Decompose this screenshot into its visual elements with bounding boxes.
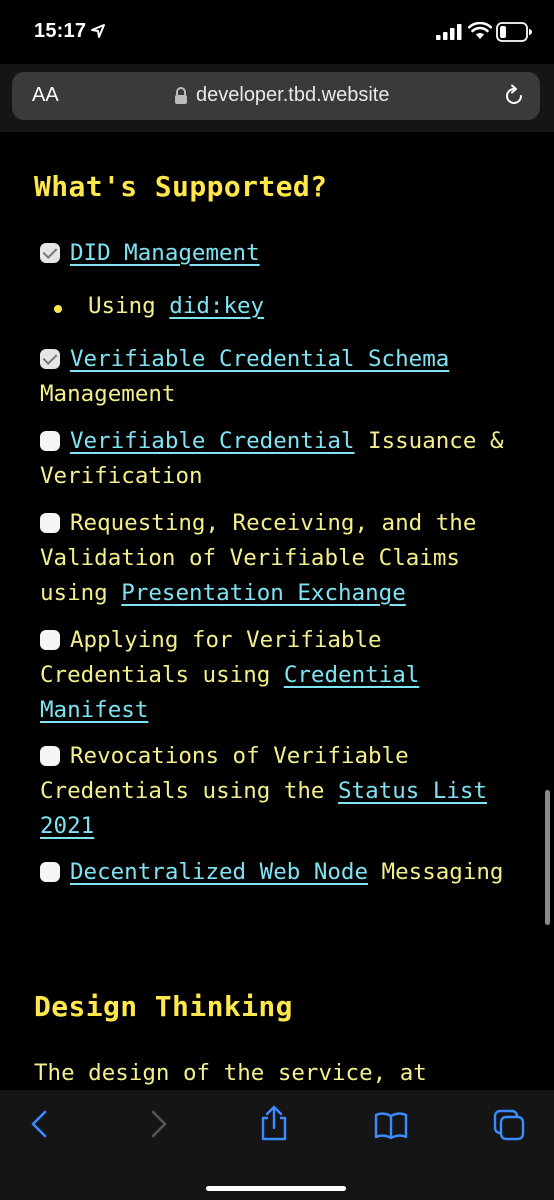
list-item: Applying for Verifiable Credentials usin…: [40, 623, 530, 728]
lock-icon: [175, 87, 187, 104]
checkbox-unchecked[interactable]: [40, 431, 60, 451]
url-domain[interactable]: developer.tbd.website: [196, 84, 389, 107]
link-did-key[interactable]: did:key: [169, 293, 264, 319]
status-bar: 15:17: [0, 0, 554, 64]
link-did-management[interactable]: DID Management: [70, 240, 260, 266]
section-heading-design-thinking: Design Thinking: [34, 990, 293, 1023]
browser-address-area: AA developer.tbd.website: [0, 64, 554, 132]
link-verifiable-credential[interactable]: Verifiable Credential: [70, 428, 354, 454]
list-item: Revocations of Verifiable Credentials us…: [40, 739, 530, 844]
checkbox-unchecked[interactable]: [40, 513, 60, 533]
checkbox-checked[interactable]: [40, 243, 60, 263]
cellular-signal-icon: [436, 24, 462, 40]
scrollbar-thumb[interactable]: [545, 790, 550, 925]
page-content: What's Supported? DID Management Using d…: [0, 132, 554, 1090]
battery-icon: [496, 22, 532, 42]
tabs-icon[interactable]: [492, 1108, 526, 1142]
forward-icon[interactable]: [146, 1108, 170, 1140]
list-item: Verifiable Credential Schema Management: [40, 342, 530, 412]
paragraph-text: The design of the service, at: [34, 1060, 427, 1086]
link-decentralized-web-node[interactable]: Decentralized Web Node: [70, 859, 368, 885]
list-item: Verifiable Credential Issuance & Verific…: [40, 424, 530, 494]
checkbox-unchecked[interactable]: [40, 746, 60, 766]
subitem-text: Using: [88, 293, 170, 319]
reload-icon[interactable]: [502, 84, 526, 108]
list-item: DID Management: [40, 236, 530, 271]
checkbox-checked[interactable]: [40, 349, 60, 369]
section-heading-whats-supported: What's Supported?: [34, 170, 328, 203]
list-item: Decentralized Web Node Messaging: [40, 855, 530, 890]
bookmarks-icon[interactable]: [374, 1110, 408, 1140]
list-item: Requesting, Receiving, and the Validatio…: [40, 506, 530, 611]
item-text: Management: [40, 381, 176, 407]
wifi-icon: [468, 22, 492, 39]
list-subitem: Using did:key: [40, 289, 530, 324]
share-icon[interactable]: [258, 1104, 290, 1142]
clock: 15:17: [34, 20, 87, 42]
reader-text-size-button[interactable]: AA: [32, 84, 59, 107]
address-bar[interactable]: AA developer.tbd.website: [12, 72, 540, 120]
checkbox-unchecked[interactable]: [40, 862, 60, 882]
link-vc-schema[interactable]: Verifiable Credential Schema: [70, 346, 449, 372]
checkbox-unchecked[interactable]: [40, 630, 60, 650]
item-text: Messaging: [368, 859, 504, 885]
back-icon[interactable]: [28, 1108, 52, 1140]
location-arrow-icon: [91, 24, 105, 38]
browser-toolbar: [0, 1090, 554, 1200]
bullet-icon: [54, 305, 62, 313]
home-indicator: [206, 1186, 346, 1191]
link-presentation-exchange[interactable]: Presentation Exchange: [121, 580, 405, 606]
